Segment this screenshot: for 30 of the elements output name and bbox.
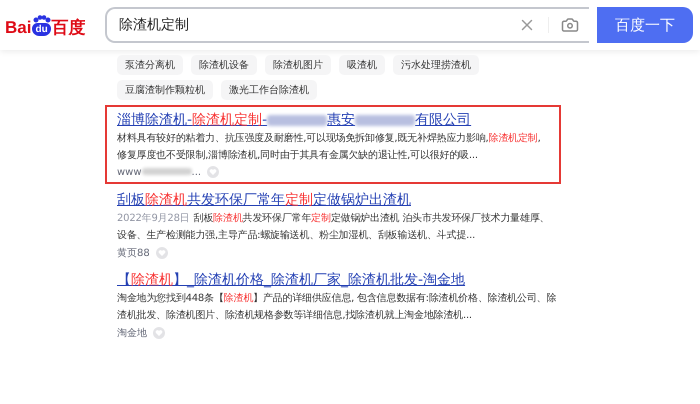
- heart-icon[interactable]: [207, 166, 220, 178]
- logo-text[interactable]: Bai: [5, 18, 32, 36]
- heart-icon[interactable]: [153, 327, 165, 339]
- related-search-tag[interactable]: 除渣机图片: [265, 55, 331, 75]
- paw-icon: [32, 14, 51, 22]
- blurred-text: [267, 114, 328, 126]
- related-search-tag[interactable]: 激光工作台除渣机: [221, 80, 317, 100]
- result-snippet: 材料具有较好的粘着力、抗压强度及耐磨性,可以现场免拆卸修复,既无补焊热应力影响,除渣机定制,修复厚度也不受限制,淄博除渣机,同时由于其具有金属欠缺的退让性,可以很好的吸...: [117, 132, 542, 163]
- result-title-link[interactable]: 【除渣机】_除渣机价格_除渣机厂家_除渣机批发-淘金地: [117, 270, 557, 290]
- camera-icon[interactable]: [561, 16, 579, 34]
- result-source[interactable]: 淘金地: [117, 326, 147, 340]
- result-source[interactable]: www ...: [117, 166, 202, 178]
- search-input[interactable]: 除渣机定制: [117, 16, 506, 34]
- heart-icon[interactable]: [156, 247, 168, 259]
- result-snippet: 淘金地为您找到448条【除渣机】产品的详细供应信息, 包含信息数据有:除渣机价格、除渣机公司、除渣机批发、除渣机图片、除渣机规格参数等详细信息,找除渣机就上淘金地除渣机...: [117, 292, 557, 323]
- result-snippet: 2022年9月28日 刮板除渣机共发环保厂常年定制定做锅炉出渣机 泊头市共发环保厂技术力量雄厚、设备、生产检测能力强,主导产品:螺旋输送机、粉尘加湿机、刮板输送机、斗式提...: [117, 212, 550, 243]
- search-button[interactable]: 百度一下: [597, 7, 693, 43]
- related-search-tag[interactable]: 吸渣机: [339, 55, 385, 75]
- related-search-tag[interactable]: 泵渣分离机: [117, 55, 183, 75]
- search-field[interactable]: 除渣机定制: [105, 7, 589, 43]
- result-title-link[interactable]: 淄博除渣机-除渣机定制- 惠安 有限公司: [117, 110, 549, 130]
- related-search-tag[interactable]: 豆腐渣制作颗粒机: [117, 80, 213, 100]
- related-search-tag[interactable]: 除渣机设备: [191, 55, 257, 75]
- blurred-text: [142, 168, 192, 176]
- related-search-tag[interactable]: 污水处理捞渣机: [393, 55, 479, 75]
- result-source[interactable]: 黄页88: [117, 246, 150, 260]
- blurred-text: [355, 114, 416, 126]
- result-title-link[interactable]: 刮板除渣机共发环保厂常年定制定做锅炉出渣机: [117, 190, 557, 210]
- logo-text[interactable]: 百度: [52, 18, 86, 36]
- logo-text[interactable]: du: [32, 22, 51, 36]
